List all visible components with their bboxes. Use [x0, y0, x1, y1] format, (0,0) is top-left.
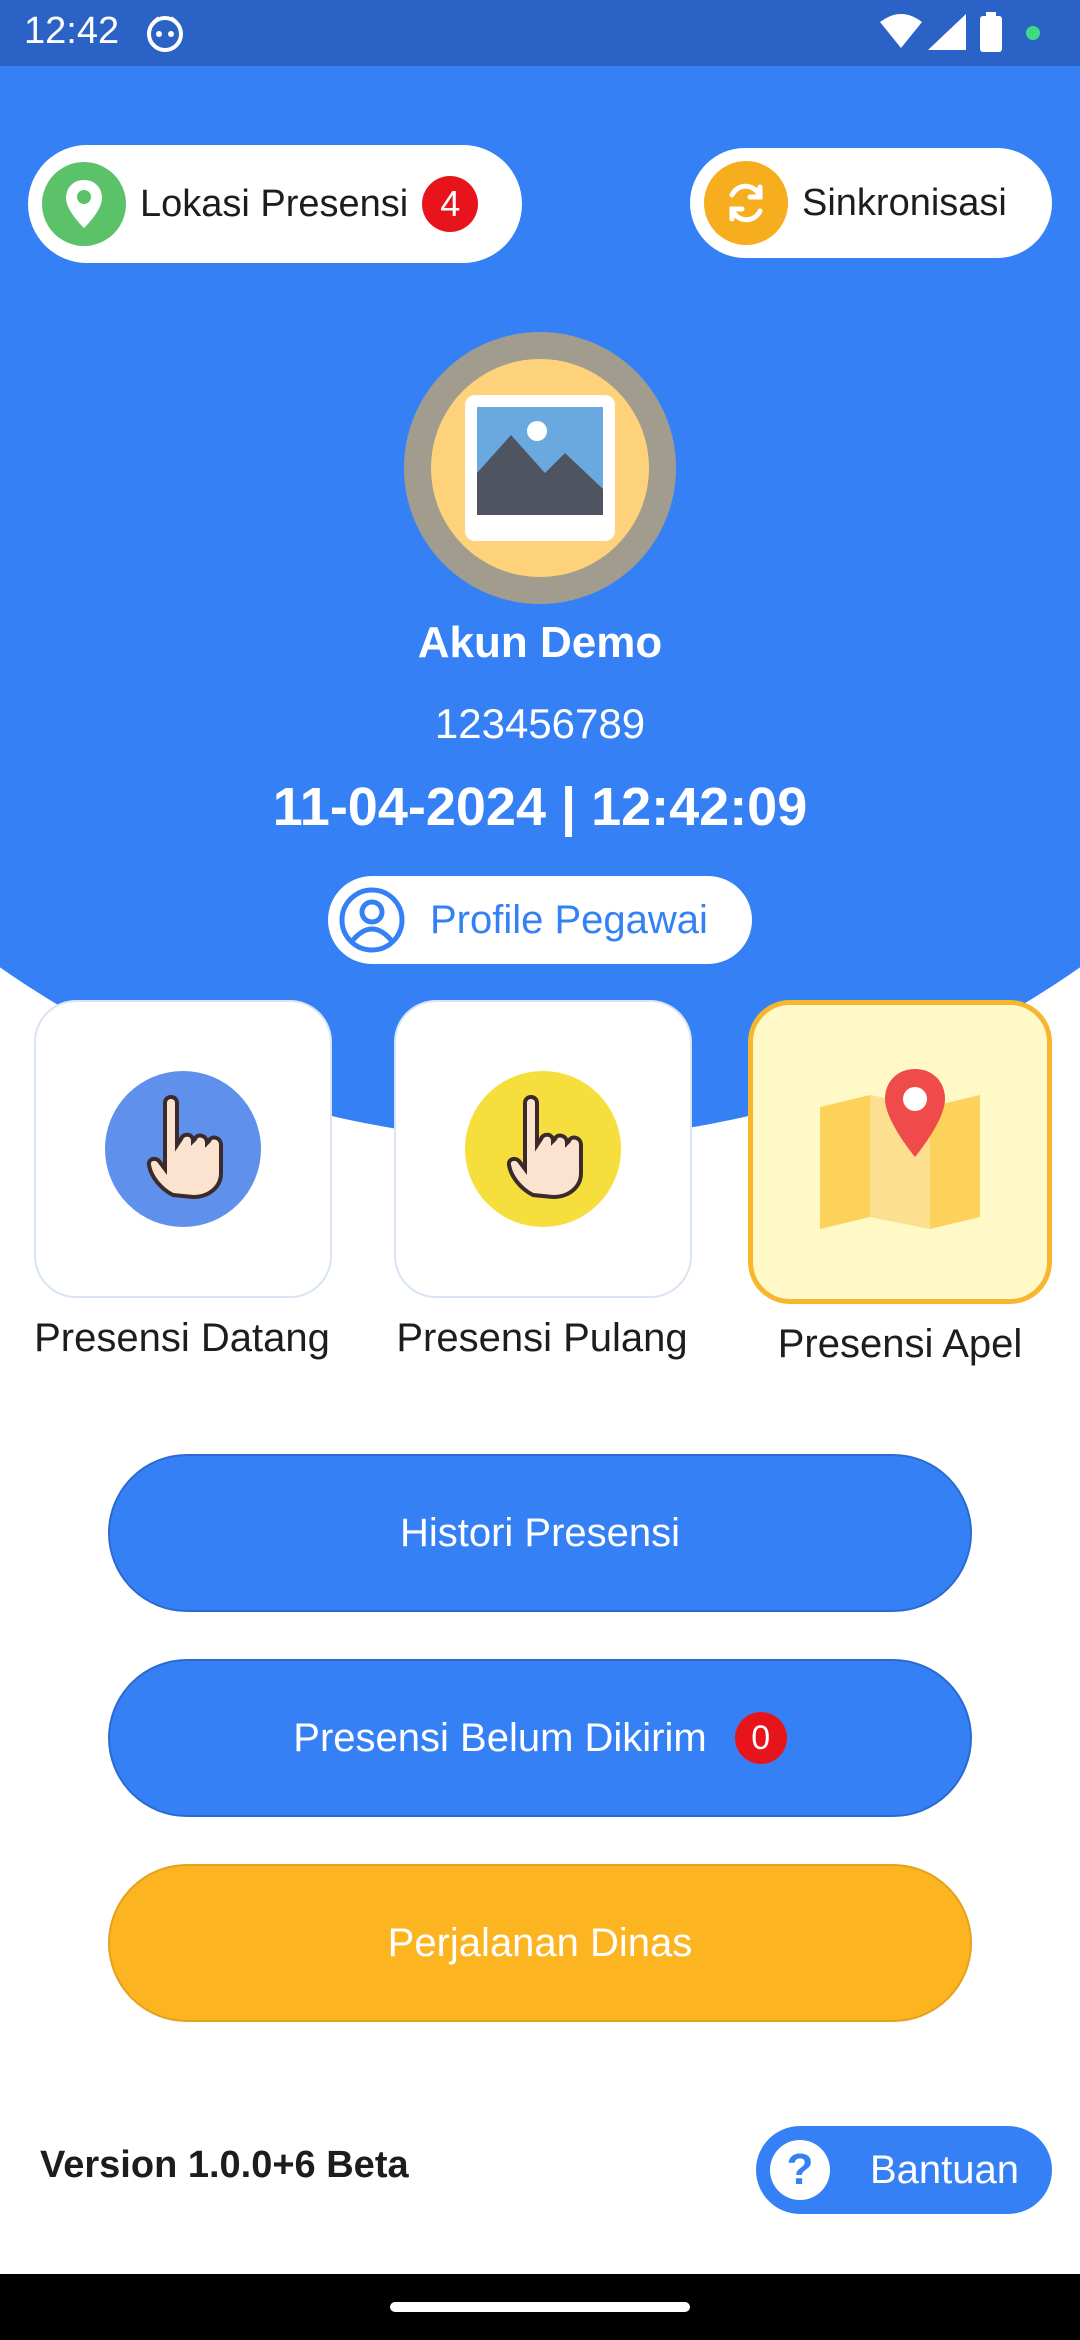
- user-circle-icon: [339, 887, 405, 953]
- histori-presensi-label: Histori Presensi: [399, 1510, 681, 1555]
- avatar[interactable]: [404, 332, 676, 604]
- lokasi-count-badge: 4: [422, 176, 479, 232]
- home-gesture-handle[interactable]: [390, 2302, 690, 2312]
- hand-pointer-icon: [105, 1071, 261, 1227]
- lokasi-presensi-label: Lokasi Presensi: [140, 182, 409, 225]
- perjalanan-dinas-button[interactable]: Perjalanan Dinas: [108, 1864, 972, 2022]
- presensi-apel-label: Presensi Apel: [777, 1322, 1023, 1366]
- notification-dot: [1026, 26, 1040, 40]
- map-pin-icon: [820, 1069, 980, 1229]
- user-name: Akun Demo: [417, 618, 663, 667]
- histori-presensi-button[interactable]: Histori Presensi: [108, 1454, 972, 1612]
- hand-pointer-icon: [465, 1071, 621, 1227]
- user-id: 123456789: [434, 700, 646, 747]
- location-pin-icon: [42, 162, 126, 246]
- presensi-datang-card[interactable]: [34, 1000, 332, 1298]
- wifi-icon: [880, 14, 922, 48]
- current-datetime: 11-04-2024 | 12:42:09: [272, 777, 808, 837]
- sinkronisasi-label: Sinkronisasi: [802, 181, 1007, 224]
- profile-pegawai-label: Profile Pegawai: [430, 897, 708, 942]
- app-notification-icon: [147, 16, 183, 52]
- presensi-belum-dikirim-button[interactable]: Presensi Belum Dikirim 0: [108, 1659, 972, 1817]
- battery-icon: [980, 12, 1002, 52]
- presensi-belum-dikirim-label: Presensi Belum Dikirim: [293, 1715, 707, 1760]
- help-icon: ?: [770, 2140, 830, 2200]
- status-time: 12:42: [24, 10, 120, 52]
- presensi-apel-card[interactable]: [748, 1000, 1052, 1304]
- profile-pegawai-button[interactable]: Profile Pegawai: [328, 876, 752, 964]
- app-screen: 12:42 Lokasi Presensi 4 Sinkronisasi Aku…: [0, 0, 1080, 2340]
- presensi-pulang-card[interactable]: [394, 1000, 692, 1298]
- belum-dikirim-badge: 0: [734, 1712, 787, 1764]
- status-bar: 12:42: [0, 0, 1080, 66]
- perjalanan-dinas-label: Perjalanan Dinas: [387, 1920, 693, 1965]
- lokasi-presensi-button[interactable]: Lokasi Presensi 4: [28, 145, 522, 263]
- bantuan-label: Bantuan: [870, 2147, 1020, 2192]
- presensi-pulang-label: Presensi Pulang: [396, 1316, 688, 1360]
- avatar-inner: [431, 359, 649, 577]
- sync-icon: [704, 161, 788, 245]
- bantuan-button[interactable]: ? Bantuan: [756, 2126, 1052, 2214]
- sinkronisasi-button[interactable]: Sinkronisasi: [690, 148, 1052, 258]
- signal-icon: [928, 14, 966, 50]
- app-version: Version 1.0.0+6 Beta: [40, 2144, 409, 2186]
- presensi-datang-label: Presensi Datang: [34, 1316, 330, 1360]
- image-placeholder-icon: [465, 395, 615, 541]
